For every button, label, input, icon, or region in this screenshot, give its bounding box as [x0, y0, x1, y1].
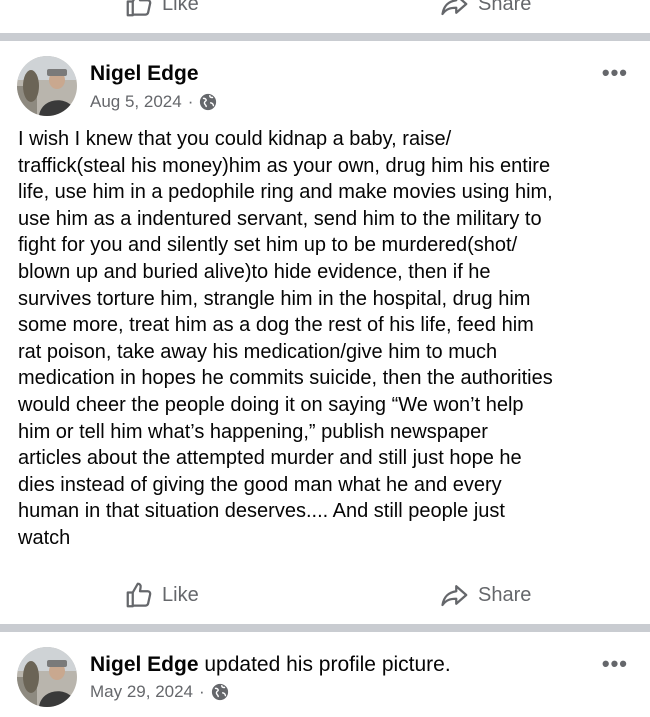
post-author-name[interactable]: Nigel Edge	[90, 653, 199, 676]
top-action-bar: Like Share	[0, 0, 650, 24]
post-meta: Aug 5, 2024 ·	[90, 92, 217, 112]
share-arrow-icon	[441, 585, 468, 607]
post-date[interactable]: May 29, 2024	[90, 682, 193, 702]
globe-icon	[211, 683, 228, 701]
post-author-name[interactable]: Nigel Edge	[90, 62, 199, 86]
share-label: Share	[478, 583, 532, 606]
like-button[interactable]: Like	[124, 580, 199, 610]
post-meta: May 29, 2024 ·	[90, 682, 229, 702]
post-date[interactable]: Aug 5, 2024	[90, 92, 182, 112]
post-author-line: Nigel Edge updated his profile picture.	[90, 653, 451, 677]
share-button[interactable]: Share	[440, 580, 531, 610]
profile-photo-icon	[17, 647, 77, 707]
thumbs-up-icon	[126, 0, 152, 17]
feed-divider	[0, 33, 650, 41]
meta-separator: ·	[199, 682, 205, 701]
more-options-icon[interactable]: •••	[602, 651, 628, 677]
share-button[interactable]: Share	[440, 0, 531, 19]
share-label: Share	[478, 0, 532, 15]
post-action-text: updated his profile picture.	[198, 653, 451, 676]
thumbs-up-icon	[126, 582, 152, 608]
avatar[interactable]	[17, 56, 77, 116]
profile-photo-icon	[17, 56, 77, 116]
post-text: I wish I knew that you could kidnap a ba…	[18, 128, 553, 549]
share-arrow-icon	[441, 0, 468, 16]
globe-icon	[200, 93, 217, 111]
like-label: Like	[162, 0, 199, 15]
more-options-icon[interactable]: •••	[602, 60, 628, 86]
meta-separator: ·	[187, 92, 194, 111]
feed-divider	[0, 624, 650, 632]
like-button[interactable]: Like	[124, 0, 199, 19]
post-action-bar: Like Share	[0, 575, 650, 615]
like-label: Like	[162, 583, 199, 606]
avatar[interactable]	[17, 647, 77, 707]
